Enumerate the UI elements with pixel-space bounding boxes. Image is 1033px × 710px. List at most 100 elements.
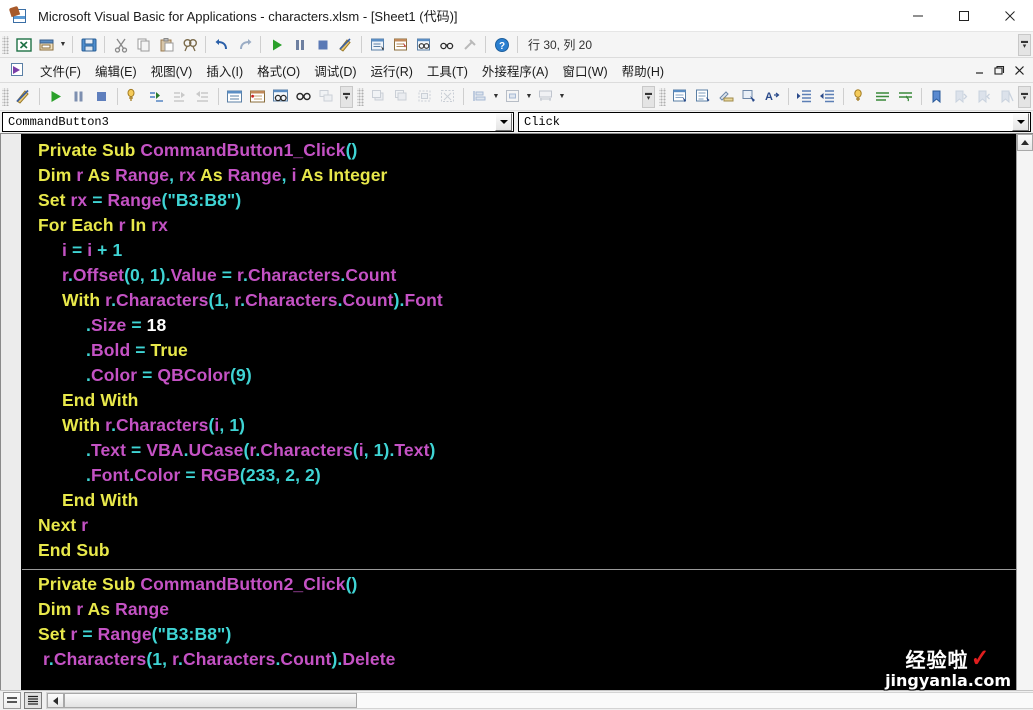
run-icon[interactable] xyxy=(265,34,288,56)
margin-indicator-bar[interactable] xyxy=(1,134,22,690)
comment-block-icon[interactable] xyxy=(871,86,894,108)
redo-icon[interactable] xyxy=(233,34,256,56)
debug-toolbar-overflow-button[interactable]: ▬▾ xyxy=(340,86,353,108)
menu-item-addins[interactable]: 外接程序(A) xyxy=(475,59,556,82)
code-line[interactable]: i = i + 1 xyxy=(22,238,1016,263)
code-line[interactable]: .Size = 18 xyxy=(22,313,1016,338)
toolbox-icon[interactable] xyxy=(435,34,458,56)
menu-item-tools[interactable]: 工具(T) xyxy=(420,59,475,82)
procedure-dropdown[interactable]: Click xyxy=(518,112,1031,132)
copy-icon[interactable] xyxy=(132,34,155,56)
vertical-scroll-track[interactable] xyxy=(1017,151,1033,690)
next-bookmark-icon[interactable] xyxy=(949,86,972,108)
toggle-breakpoint-icon[interactable] xyxy=(122,86,145,108)
locals-window-icon[interactable] xyxy=(223,86,246,108)
code-line[interactable]: Set r = Range("B3:B8") xyxy=(22,622,1016,647)
reset-icon[interactable] xyxy=(311,34,334,56)
paste-icon[interactable] xyxy=(155,34,178,56)
code-line[interactable]: End With xyxy=(22,388,1016,413)
object-browser-icon[interactable] xyxy=(412,34,435,56)
toolbar-overflow-button[interactable]: ▬▾ xyxy=(1018,34,1031,56)
previous-bookmark-icon[interactable] xyxy=(972,86,995,108)
code-line[interactable]: Next r xyxy=(22,513,1016,538)
find-icon[interactable] xyxy=(178,34,201,56)
code-line[interactable]: r.Offset(0, 1).Value = r.Characters.Coun… xyxy=(22,263,1016,288)
edit-toolbar-grip[interactable] xyxy=(659,88,666,106)
code-line[interactable]: End With xyxy=(22,488,1016,513)
insert-dropdown-caret[interactable]: ▼ xyxy=(58,34,68,56)
horizontal-scroll-track[interactable] xyxy=(357,693,1033,708)
parameter-info-icon[interactable] xyxy=(738,86,761,108)
size-icon[interactable] xyxy=(534,86,557,108)
maximize-button[interactable] xyxy=(941,0,987,32)
toolbar-grip[interactable] xyxy=(2,36,9,54)
outdent-icon[interactable] xyxy=(816,86,839,108)
bring-to-front-icon[interactable] xyxy=(367,86,390,108)
center-dropdown-caret[interactable]: ▼ xyxy=(524,86,534,108)
object-dropdown[interactable]: CommandButton3 xyxy=(2,112,514,132)
horizontal-scroll-thumb[interactable] xyxy=(64,693,357,708)
center-icon[interactable] xyxy=(501,86,524,108)
run-icon[interactable] xyxy=(44,86,67,108)
minimize-button[interactable] xyxy=(895,0,941,32)
watch-window-icon[interactable] xyxy=(269,86,292,108)
debug-toolbar-grip[interactable] xyxy=(2,88,9,106)
code-line[interactable]: With r.Characters(i, 1) xyxy=(22,413,1016,438)
menu-item-view[interactable]: 视图(V) xyxy=(144,59,200,82)
save-icon[interactable] xyxy=(77,34,100,56)
chevron-down-icon[interactable] xyxy=(1012,113,1029,131)
break-icon[interactable] xyxy=(67,86,90,108)
scroll-left-button[interactable] xyxy=(47,693,64,708)
quick-info-icon[interactable] xyxy=(715,86,738,108)
send-to-back-icon[interactable] xyxy=(390,86,413,108)
menu-item-debug[interactable]: 调试(D) xyxy=(307,59,363,82)
code-line[interactable]: Private Sub CommandButton2_Click() xyxy=(22,572,1016,597)
list-constants-icon[interactable] xyxy=(692,86,715,108)
cut-icon[interactable] xyxy=(109,34,132,56)
full-module-view-button[interactable] xyxy=(24,692,42,709)
immediate-window-icon[interactable] xyxy=(246,86,269,108)
chevron-down-icon[interactable] xyxy=(495,113,512,131)
clear-bookmarks-icon[interactable] xyxy=(995,86,1018,108)
menu-item-insert[interactable]: 插入(I) xyxy=(199,59,250,82)
userform-toolbar-grip[interactable] xyxy=(357,88,364,106)
step-over-icon[interactable] xyxy=(168,86,191,108)
complete-word-icon[interactable]: A xyxy=(761,86,784,108)
code-editor[interactable]: Private Sub CommandButton1_Click()Dim r … xyxy=(22,134,1016,690)
undo-icon[interactable] xyxy=(210,34,233,56)
size-dropdown-caret[interactable]: ▼ xyxy=(557,86,567,108)
properties-window-icon[interactable] xyxy=(389,34,412,56)
toggle-bookmark-icon[interactable] xyxy=(926,86,949,108)
menu-item-window[interactable]: 窗口(W) xyxy=(556,59,615,82)
help-icon[interactable]: ? xyxy=(490,34,513,56)
code-line[interactable]: Dim r As Range, rx As Range, i As Intege… xyxy=(22,163,1016,188)
break-icon[interactable] xyxy=(288,34,311,56)
quick-watch-icon[interactable] xyxy=(292,86,315,108)
menu-item-file[interactable]: 文件(F) xyxy=(33,59,88,82)
align-icon[interactable] xyxy=(468,86,491,108)
scroll-up-button[interactable] xyxy=(1017,134,1033,151)
code-line[interactable]: .Text = VBA.UCase(r.Characters(i, 1).Tex… xyxy=(22,438,1016,463)
indent-icon[interactable] xyxy=(793,86,816,108)
code-line[interactable]: r.Characters(1, r.Characters.Count).Dele… xyxy=(22,647,1016,672)
userform-toolbar-overflow-button[interactable]: ▬▾ xyxy=(642,86,655,108)
procedure-view-button[interactable] xyxy=(3,692,21,709)
toggle-breakpoint-icon[interactable] xyxy=(848,86,871,108)
horizontal-scrollbar[interactable] xyxy=(46,692,1033,709)
ungroup-icon[interactable] xyxy=(436,86,459,108)
vertical-scrollbar[interactable] xyxy=(1016,134,1033,690)
view-excel-icon[interactable] xyxy=(12,34,35,56)
design-mode-icon[interactable] xyxy=(12,86,35,108)
mdi-minimize-button[interactable] xyxy=(969,60,989,82)
code-line[interactable]: For Each r In rx xyxy=(22,213,1016,238)
edit-toolbar-overflow-button[interactable]: ▬▾ xyxy=(1018,86,1031,108)
reset-icon[interactable] xyxy=(90,86,113,108)
code-line[interactable]: .Bold = True xyxy=(22,338,1016,363)
code-line[interactable]: .Color = QBColor(9) xyxy=(22,363,1016,388)
project-explorer-icon[interactable] xyxy=(366,34,389,56)
insert-userform-icon[interactable] xyxy=(35,34,58,56)
step-out-icon[interactable] xyxy=(191,86,214,108)
mdi-close-button[interactable] xyxy=(1009,60,1029,82)
code-line[interactable]: .Font.Color = RGB(233, 2, 2) xyxy=(22,463,1016,488)
mdi-restore-button[interactable] xyxy=(989,60,1009,82)
